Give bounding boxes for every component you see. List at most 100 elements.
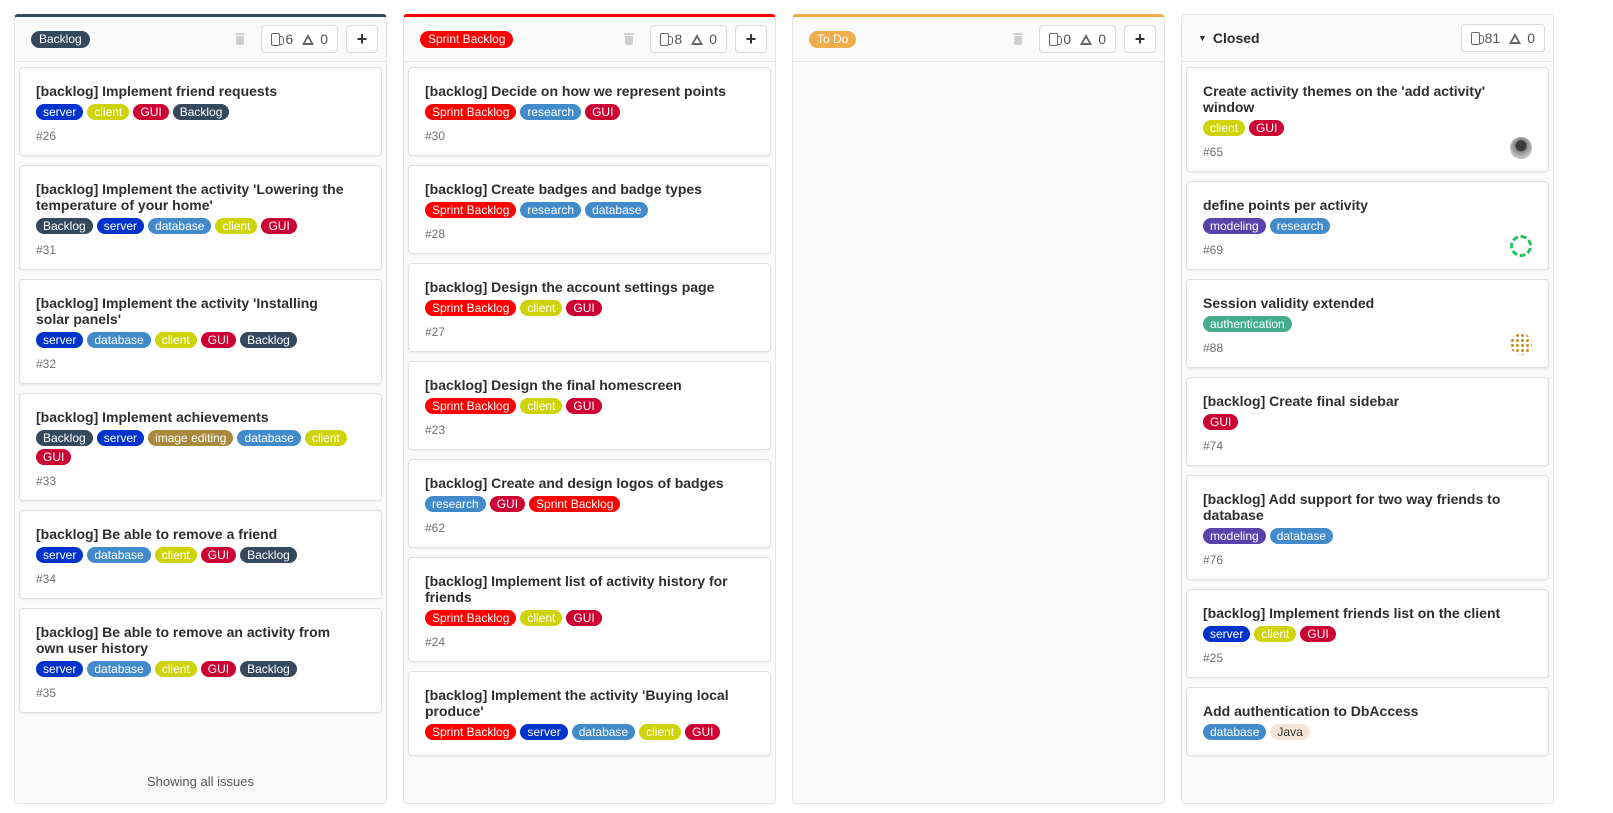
issue-title[interactable]: Session validity extended — [1203, 295, 1532, 311]
label-java[interactable]: Java — [1270, 724, 1310, 740]
label-client[interactable]: client — [520, 610, 563, 626]
label-client[interactable]: client — [1254, 626, 1297, 642]
issue-card[interactable]: [backlog] Implement the activity 'Buying… — [408, 671, 771, 756]
issue-card[interactable]: [backlog] Implement friends list on the … — [1186, 589, 1549, 678]
label-modeling[interactable]: modeling — [1203, 528, 1266, 544]
label-research[interactable]: research — [520, 202, 582, 218]
label-gui[interactable]: GUI — [200, 332, 237, 348]
label-research[interactable]: research — [1269, 218, 1331, 234]
label-server[interactable]: server — [36, 661, 84, 677]
issue-title[interactable]: [backlog] Implement the activity 'Buying… — [425, 687, 754, 719]
label-server[interactable]: server — [520, 724, 568, 740]
issue-card[interactable]: [backlog] Be able to remove an activity … — [19, 608, 382, 713]
label-sprint-backlog[interactable]: Sprint Backlog — [529, 496, 621, 512]
label-database[interactable]: database — [237, 430, 301, 446]
issue-card[interactable]: [backlog] Design the final homescreen Spr… — [408, 361, 771, 450]
column-title-closed[interactable]: ▼ Closed — [1198, 30, 1260, 46]
label-gui[interactable]: GUI — [566, 610, 602, 626]
issue-card[interactable]: [backlog] Create and design logos of bad… — [408, 459, 771, 548]
label-gui[interactable]: GUI — [685, 724, 721, 740]
issue-card[interactable]: [backlog] Implement friend requests serve… — [19, 67, 382, 156]
issue-card[interactable]: [backlog] Implement the activity 'Instal… — [19, 279, 382, 384]
issue-title[interactable]: [backlog] Implement the activity 'Loweri… — [36, 181, 365, 213]
label-database[interactable]: database — [571, 724, 636, 740]
issue-card[interactable]: Session validity extended authentication #… — [1186, 279, 1549, 368]
label-client[interactable]: client — [1203, 120, 1246, 136]
issue-title[interactable]: Add authentication to DbAccess — [1203, 703, 1532, 719]
label-client[interactable]: client — [304, 430, 347, 446]
label-gui[interactable]: GUI — [585, 104, 621, 120]
issue-card[interactable]: [backlog] Be able to remove a friend serv… — [19, 510, 382, 599]
issue-card[interactable]: [backlog] Add support for two way friend… — [1186, 475, 1549, 580]
label-modeling[interactable]: modeling — [1203, 218, 1266, 234]
label-server[interactable]: server — [1203, 626, 1251, 642]
label-gui[interactable]: GUI — [1300, 626, 1336, 642]
issue-title[interactable]: [backlog] Design the final homescreen — [425, 377, 754, 393]
label-client[interactable]: client — [639, 724, 682, 740]
label-server[interactable]: server — [96, 430, 145, 446]
issue-title[interactable]: [backlog] Be able to remove an activity … — [36, 624, 365, 656]
label-backlog[interactable]: Backlog — [36, 218, 93, 234]
label-backlog[interactable]: Backlog — [36, 430, 93, 446]
column-label-to-do[interactable]: To Do — [809, 30, 857, 48]
label-image-editing[interactable]: image editing — [148, 430, 234, 446]
issue-card[interactable]: [backlog] Implement the activity 'Loweri… — [19, 165, 382, 270]
issue-card[interactable]: [backlog] Decide on how we represent poi… — [408, 67, 771, 156]
issue-card[interactable]: [backlog] Create badges and badge types S… — [408, 165, 771, 254]
issue-title[interactable]: Create activity themes on the 'add activ… — [1203, 83, 1532, 115]
label-client[interactable]: client — [87, 104, 130, 120]
label-sprint-backlog[interactable]: Sprint Backlog — [425, 104, 517, 120]
label-research[interactable]: research — [520, 104, 582, 120]
label-sprint-backlog[interactable]: Sprint Backlog — [425, 202, 517, 218]
label-database[interactable]: database — [87, 661, 151, 677]
label-database[interactable]: database — [1269, 528, 1334, 544]
label-client[interactable]: client — [154, 661, 197, 677]
label-sprint-backlog[interactable]: Sprint Backlog — [425, 300, 517, 316]
column-label-backlog[interactable]: Backlog — [31, 30, 90, 48]
issue-card[interactable]: [backlog] Implement achievements Backlog s… — [19, 393, 382, 501]
assignee-avatar[interactable] — [1510, 137, 1532, 159]
assignee-avatar[interactable] — [1510, 235, 1532, 257]
label-backlog[interactable]: Backlog — [240, 332, 297, 348]
label-gui[interactable]: GUI — [133, 104, 169, 120]
label-client[interactable]: client — [154, 332, 197, 348]
issue-card[interactable]: define points per activity modeling resear… — [1186, 181, 1549, 270]
add-issue-button[interactable]: + — [735, 25, 767, 53]
issue-title[interactable]: [backlog] Implement friend requests — [36, 83, 365, 99]
add-issue-button[interactable]: + — [1124, 25, 1156, 53]
issue-title[interactable]: [backlog] Implement list of activity his… — [425, 573, 754, 605]
trash-icon[interactable] — [1013, 33, 1024, 45]
label-database[interactable]: database — [87, 332, 151, 348]
label-server[interactable]: server — [36, 332, 84, 348]
label-gui[interactable]: GUI — [1203, 414, 1239, 430]
issue-title[interactable]: [backlog] Create final sidebar — [1203, 393, 1532, 409]
issue-title[interactable]: [backlog] Implement friends list on the … — [1203, 605, 1532, 621]
label-database[interactable]: database — [1203, 724, 1267, 740]
label-client[interactable]: client — [154, 547, 197, 563]
issue-card[interactable]: Add authentication to DbAccess database Ja… — [1186, 687, 1549, 756]
issue-card[interactable]: Create activity themes on the 'add activ… — [1186, 67, 1549, 172]
label-server[interactable]: server — [36, 104, 84, 120]
label-server[interactable]: server — [96, 218, 145, 234]
issue-title[interactable]: [backlog] Create badges and badge types — [425, 181, 754, 197]
label-database[interactable]: database — [87, 547, 151, 563]
issue-title[interactable]: [backlog] Implement the activity 'Instal… — [36, 295, 365, 327]
label-client[interactable]: client — [215, 218, 258, 234]
chevron-down-icon[interactable]: ▼ — [1198, 33, 1207, 43]
label-gui[interactable]: GUI — [200, 661, 237, 677]
label-gui[interactable]: GUI — [200, 547, 237, 563]
issue-title[interactable]: [backlog] Create and design logos of bad… — [425, 475, 754, 491]
label-research[interactable]: research — [425, 496, 486, 512]
label-authentication[interactable]: authentication — [1203, 316, 1292, 332]
issue-title[interactable]: [backlog] Add support for two way friend… — [1203, 491, 1532, 523]
label-gui[interactable]: GUI — [566, 300, 602, 316]
label-database[interactable]: database — [148, 218, 212, 234]
label-backlog[interactable]: Backlog — [172, 104, 230, 120]
issue-card[interactable]: [backlog] Design the account settings pa… — [408, 263, 771, 352]
label-gui[interactable]: GUI — [489, 496, 526, 512]
label-gui[interactable]: GUI — [566, 398, 602, 414]
trash-icon[interactable] — [624, 33, 635, 45]
label-backlog[interactable]: Backlog — [240, 661, 297, 677]
label-sprint-backlog[interactable]: Sprint Backlog — [425, 724, 517, 740]
label-sprint-backlog[interactable]: Sprint Backlog — [425, 610, 517, 626]
